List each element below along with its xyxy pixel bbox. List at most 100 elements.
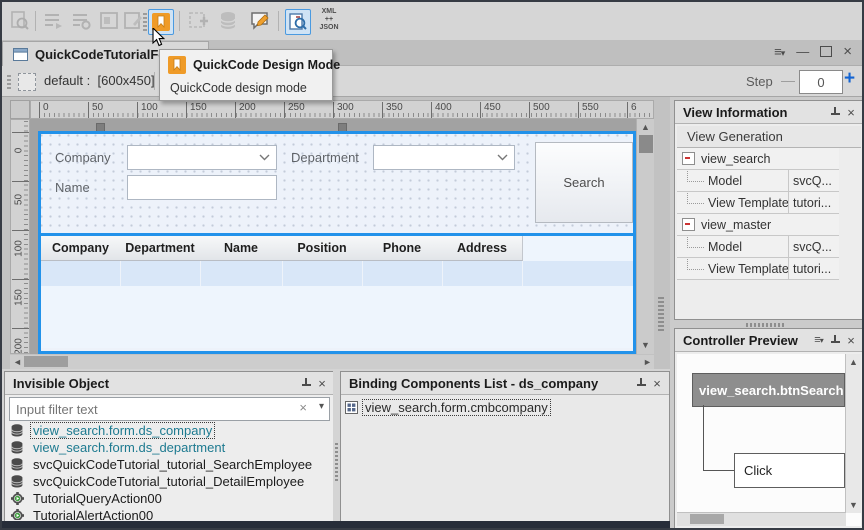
- clear-filter-icon[interactable]: ×: [299, 400, 307, 415]
- layout-select-icon[interactable]: [18, 73, 36, 91]
- pin-icon[interactable]: [827, 104, 843, 120]
- tree-property-row[interactable]: ModelsvcQ...: [677, 170, 839, 192]
- controller-root-node[interactable]: view_search.btnSearch (Se: [692, 373, 845, 407]
- department-combobox[interactable]: [373, 145, 515, 170]
- property-value[interactable]: tutori...: [788, 258, 839, 279]
- tree-property-row[interactable]: View Templatetutori...: [677, 258, 839, 280]
- quickcode-icon: [168, 56, 186, 74]
- grid-column-header[interactable]: Position: [282, 236, 363, 261]
- panel-menu-icon[interactable]: ≡▾: [774, 44, 785, 59]
- grid-cell: [442, 261, 523, 286]
- toolbar-drag-grip[interactable]: [143, 11, 147, 31]
- panel-menu-icon[interactable]: ≡▾: [811, 332, 827, 348]
- scroll-down-icon[interactable]: ▼: [641, 339, 650, 351]
- scroll-up-icon[interactable]: ▲: [641, 121, 650, 133]
- grid-column-header[interactable]: Name: [200, 236, 283, 261]
- scroll-left-icon[interactable]: ◄: [13, 356, 22, 368]
- list-item[interactable]: svcQuickCodeTutorial_tutorial_DetailEmpl…: [7, 473, 332, 490]
- collapse-icon[interactable]: [682, 152, 695, 165]
- tree-node-label: view_master: [701, 218, 839, 232]
- list-item[interactable]: TutorialAlertAction00: [7, 507, 332, 520]
- tree-property-row[interactable]: ModelsvcQ...: [677, 236, 839, 258]
- search-button[interactable]: Search: [535, 142, 633, 223]
- scrollbar-thumb[interactable]: [690, 514, 724, 524]
- ruler-label: 6: [627, 102, 637, 118]
- mouse-cursor: [152, 28, 166, 48]
- tree-property-row[interactable]: View Templatetutori...: [677, 192, 839, 214]
- close-icon[interactable]: ×: [843, 332, 859, 348]
- ruler-label: 500: [529, 102, 550, 118]
- result-grid[interactable]: CompanyDepartmentNamePositionPhoneAddres…: [41, 233, 633, 348]
- canvas-vertical-scrollbar[interactable]: ▲ ▼: [636, 119, 654, 354]
- step-input[interactable]: [799, 70, 843, 94]
- property-value[interactable]: tutori...: [788, 192, 839, 213]
- close-icon[interactable]: ×: [843, 43, 852, 60]
- controller-event-node[interactable]: Click: [734, 453, 845, 488]
- list-item[interactable]: svcQuickCodeTutorial_tutorial_SearchEmpl…: [7, 456, 332, 473]
- grid-column-header[interactable]: Company: [41, 236, 121, 261]
- scroll-up-icon[interactable]: ▲: [849, 356, 858, 368]
- view-generation-header[interactable]: View Generation: [677, 126, 861, 148]
- list-item[interactable]: view_search.form.ds_company: [7, 422, 332, 439]
- list-item-label: TutorialQueryAction00: [30, 490, 165, 507]
- list-item-label: view_search.form.ds_department: [30, 439, 228, 456]
- ruler-label: 50: [12, 181, 29, 222]
- diagram-horizontal-scrollbar[interactable]: [677, 512, 846, 526]
- property-value[interactable]: svcQ...: [788, 236, 839, 257]
- scroll-right-icon[interactable]: ►: [643, 356, 652, 368]
- pin-icon[interactable]: [827, 332, 843, 348]
- panel-splitter[interactable]: [333, 371, 340, 521]
- company-combobox[interactable]: [127, 145, 277, 170]
- list-item[interactable]: view_search.form.ds_department: [7, 439, 332, 456]
- restore-icon[interactable]: [820, 46, 832, 57]
- ruler-label: 150: [186, 102, 207, 118]
- step-decrement-button[interactable]: —: [781, 72, 795, 88]
- form-image-icon[interactable]: [98, 9, 122, 33]
- main-splitter-grip[interactable]: [658, 297, 664, 331]
- list-gear-icon[interactable]: [70, 9, 94, 33]
- list-arrow-icon[interactable]: [42, 9, 66, 33]
- canvas-horizontal-scrollbar[interactable]: ◄ ►: [10, 355, 654, 369]
- diagram-vertical-scrollbar[interactable]: ▲ ▼: [845, 354, 861, 513]
- comment-edit-icon[interactable]: [248, 9, 272, 33]
- grid-column-header[interactable]: Phone: [362, 236, 443, 261]
- grid-cell: [41, 261, 121, 286]
- search-panel[interactable]: Company Department Name Search: [41, 134, 633, 230]
- add-component-icon[interactable]: [186, 9, 210, 33]
- binding-list-item[interactable]: view_search.form.cmbcompany: [345, 398, 551, 416]
- scrollbar-thumb[interactable]: [639, 135, 653, 153]
- component-icon: [345, 401, 358, 414]
- preview-icon[interactable]: [8, 9, 32, 33]
- close-icon[interactable]: ×: [314, 375, 330, 391]
- property-value[interactable]: svcQ...: [788, 170, 839, 191]
- step-increment-button[interactable]: +: [844, 68, 855, 90]
- close-icon[interactable]: ×: [843, 104, 859, 120]
- pin-icon[interactable]: [298, 375, 314, 391]
- xml-json-view-icon[interactable]: XML ++ JSON: [314, 8, 344, 32]
- ruler-label: 300: [333, 102, 354, 118]
- grid-column-header[interactable]: Department: [120, 236, 201, 261]
- name-textbox[interactable]: [127, 175, 277, 200]
- toolbar-drag-grip[interactable]: [7, 73, 11, 89]
- tree-group-row[interactable]: view_search: [677, 148, 839, 170]
- right-splitter-grip[interactable]: [746, 323, 786, 327]
- property-name: View Template: [708, 262, 788, 276]
- grid-column-header[interactable]: Address: [442, 236, 523, 261]
- form-canvas[interactable]: Company Department Name Search CompanyDe…: [30, 119, 654, 354]
- designed-form[interactable]: Company Department Name Search CompanyDe…: [38, 131, 636, 354]
- source-preview-icon[interactable]: [285, 9, 311, 35]
- database-icon[interactable]: [216, 9, 240, 33]
- filter-dropdown-icon[interactable]: ▾: [319, 401, 324, 412]
- scroll-down-icon[interactable]: ▼: [849, 499, 858, 511]
- close-icon[interactable]: ×: [649, 375, 665, 391]
- scrollbar-thumb[interactable]: [24, 356, 68, 367]
- list-item[interactable]: TutorialQueryAction00: [7, 490, 332, 507]
- collapse-icon[interactable]: [682, 218, 695, 231]
- toolbar-separator: [35, 11, 36, 31]
- filter-input[interactable]: [14, 399, 268, 419]
- filter-box: × ▾: [9, 397, 330, 421]
- tree-group-row[interactable]: view_master: [677, 214, 839, 236]
- minimize-icon[interactable]: —: [796, 44, 809, 59]
- pin-icon[interactable]: [633, 375, 649, 391]
- grid-empty-row: [41, 261, 633, 286]
